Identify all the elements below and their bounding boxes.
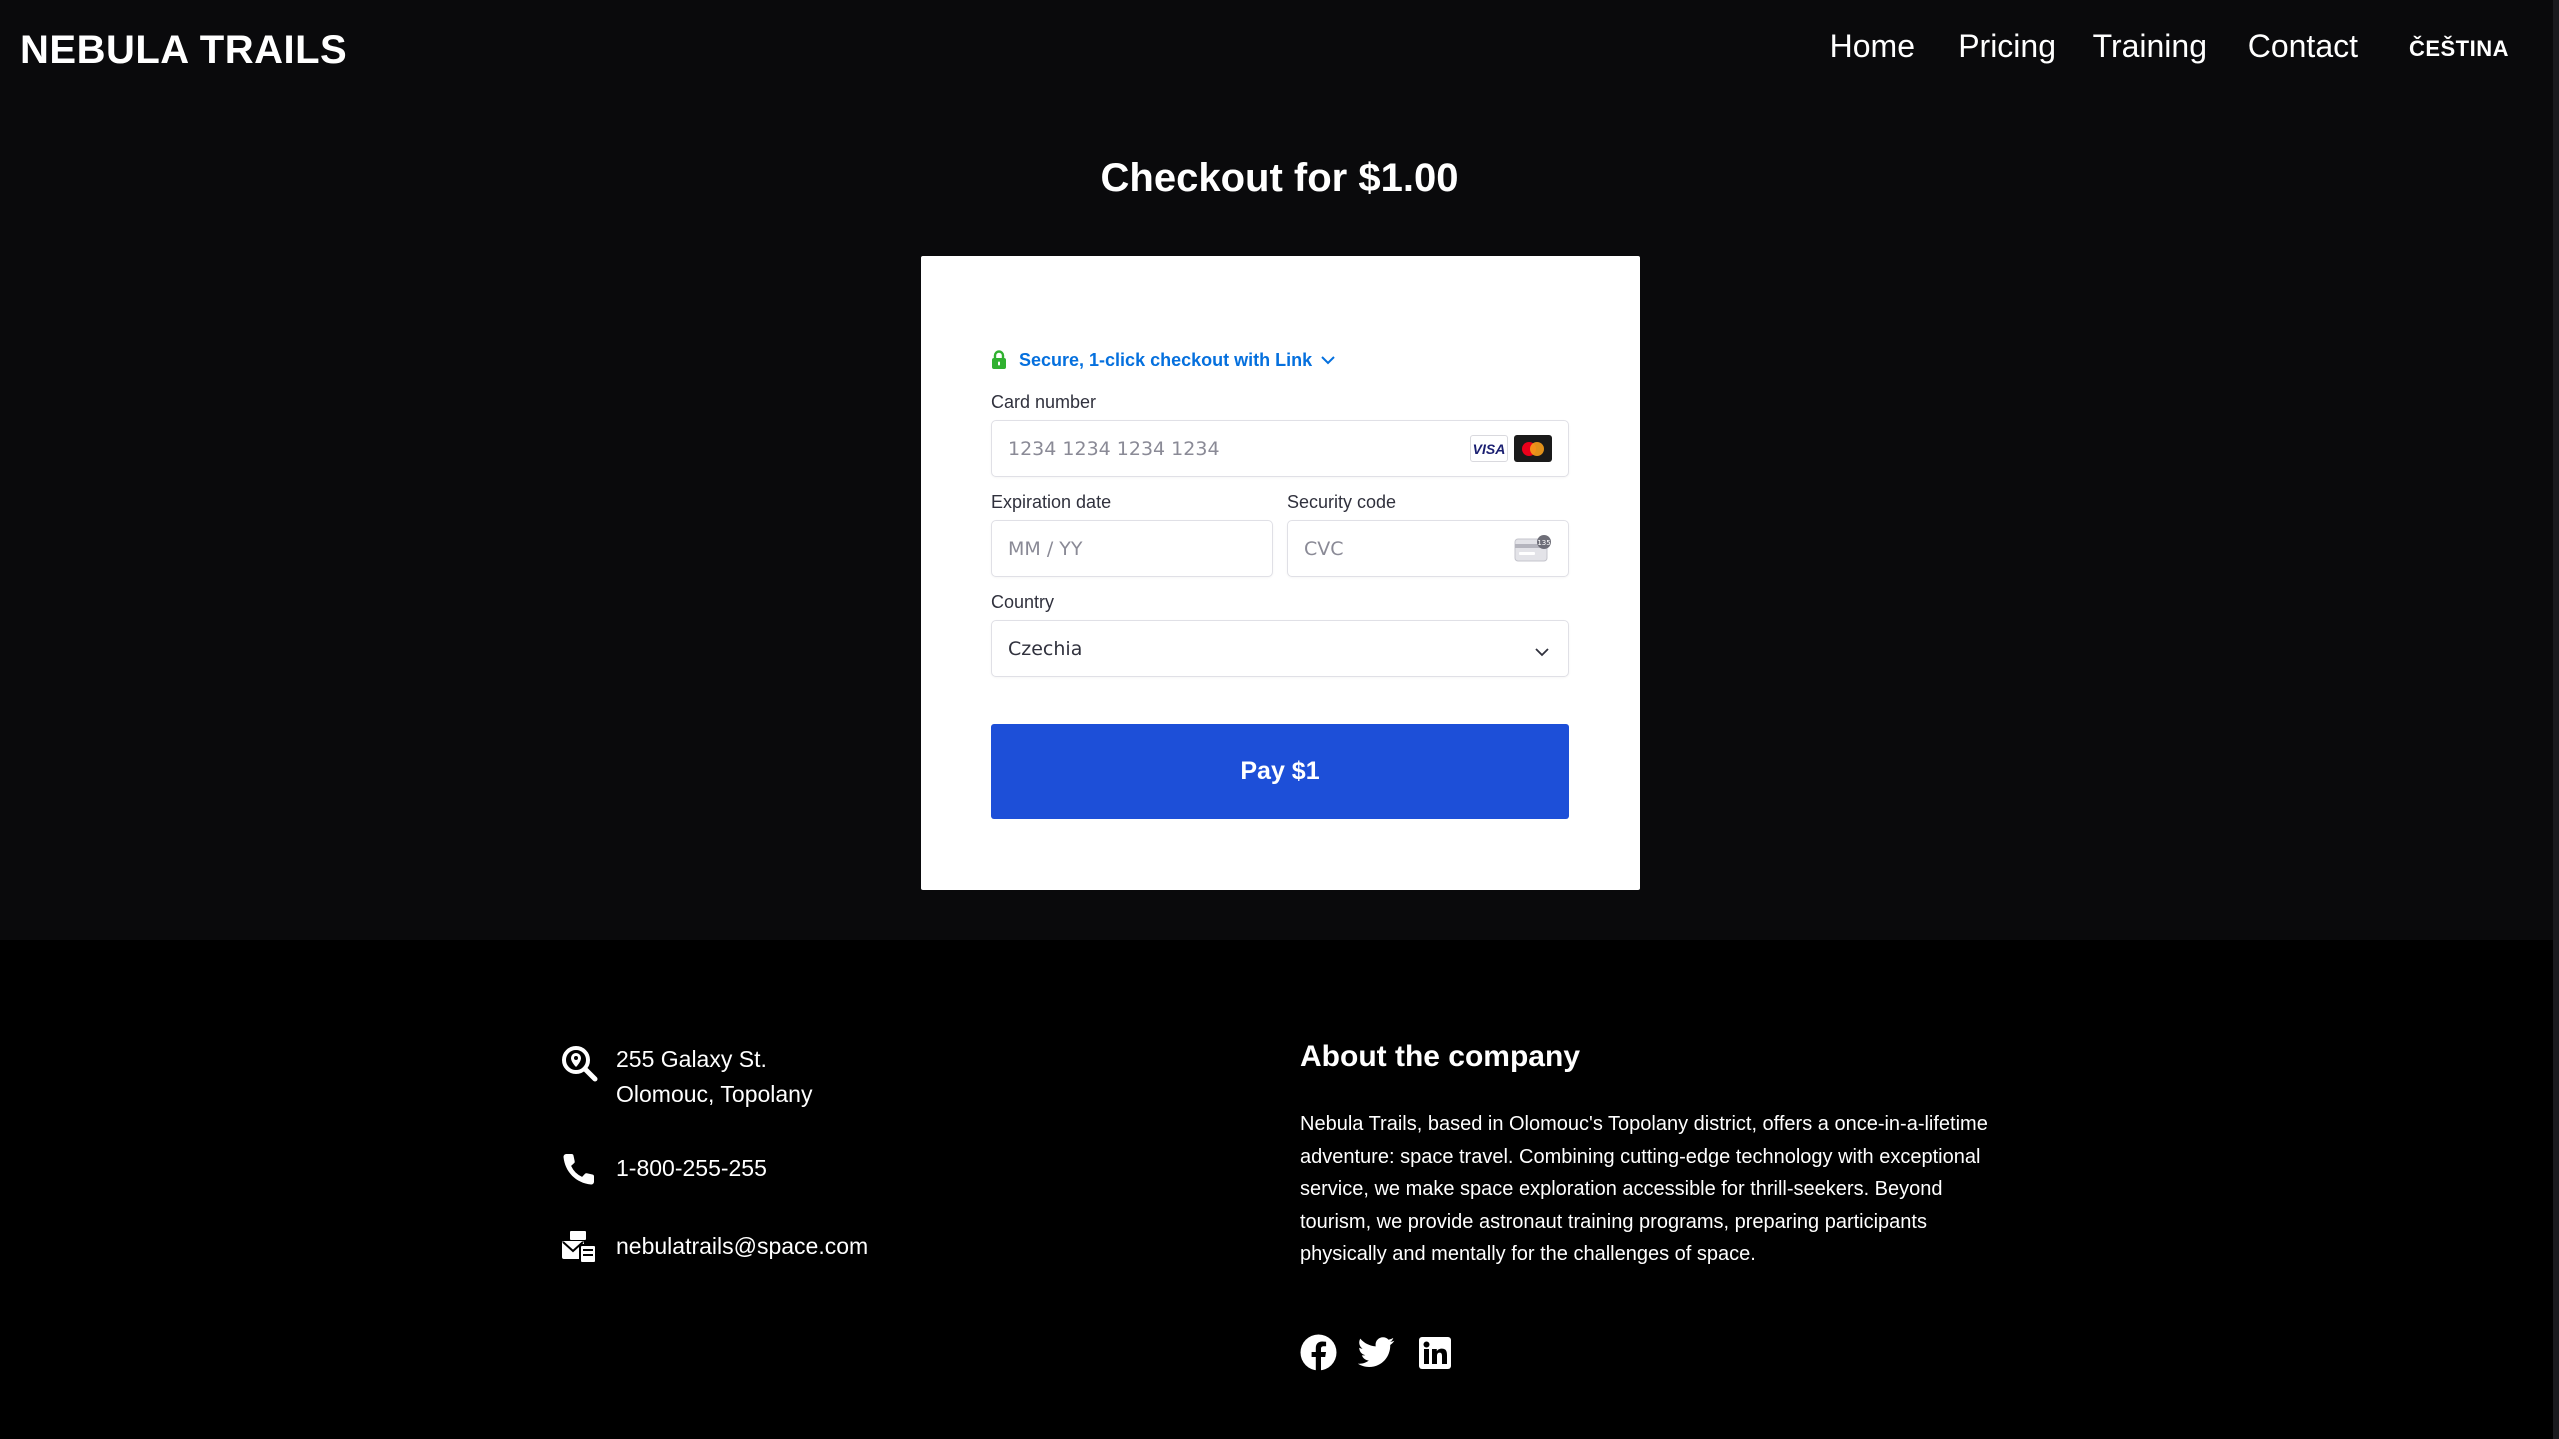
email-icon [558, 1226, 600, 1268]
lock-icon [991, 350, 1007, 370]
phone-icon [558, 1148, 600, 1190]
pay-button[interactable]: Pay $1 [991, 724, 1569, 819]
cvc-card-icon: 135 [1514, 535, 1552, 568]
security-code-placeholder: CVC [1304, 537, 1344, 560]
card-brands: VISA [1470, 435, 1552, 462]
phone-item: 1-800-255-255 [558, 1148, 767, 1190]
email-item: nebulatrails@space.com [558, 1226, 868, 1268]
country-select[interactable]: Czechia [991, 620, 1569, 677]
link-checkout-toggle[interactable]: Secure, 1-click checkout with Link [991, 346, 1336, 374]
phone-text[interactable]: 1-800-255-255 [616, 1148, 767, 1186]
linkedin-icon[interactable] [1416, 1334, 1453, 1371]
email-text[interactable]: nebulatrails@space.com [616, 1226, 868, 1264]
svg-text:135: 135 [1537, 539, 1550, 547]
facebook-icon[interactable] [1300, 1334, 1337, 1371]
card-number-input[interactable]: 1234 1234 1234 1234 VISA [991, 420, 1569, 477]
chevron-down-icon [1320, 354, 1336, 366]
expiration-placeholder: MM / YY [1008, 537, 1083, 560]
address-text: 255 Galaxy St. Olomouc, Topolany [616, 1042, 812, 1112]
site-logo[interactable]: NEBULA TRAILS [20, 28, 347, 73]
page-title: Checkout for $1.00 [1100, 156, 1459, 200]
site-header: NEBULA TRAILS Home Pricing Training Cont… [0, 0, 2559, 110]
mastercard-icon [1514, 435, 1552, 462]
address-item: 255 Galaxy St. Olomouc, Topolany [558, 1042, 812, 1112]
nav-home[interactable]: Home [1830, 28, 1915, 65]
link-checkout-text: Secure, 1-click checkout with Link [1019, 349, 1313, 370]
checkout-card: Secure, 1-click checkout with Link Card … [921, 256, 1640, 890]
location-search-icon [558, 1042, 600, 1084]
site-footer: 255 Galaxy St. Olomouc, Topolany 1-800-2… [0, 940, 2559, 1439]
card-number-label: Card number [991, 392, 1097, 412]
expiration-input[interactable]: MM / YY [991, 520, 1273, 577]
expiration-label: Expiration date [991, 492, 1112, 512]
country-value: Czechia [1008, 637, 1083, 660]
security-code-input[interactable]: CVC 135 [1287, 520, 1569, 577]
social-links [1300, 1334, 1453, 1371]
security-code-label: Security code [1287, 492, 1397, 512]
nav-contact[interactable]: Contact [2248, 28, 2358, 65]
card-number-placeholder: 1234 1234 1234 1234 [1008, 437, 1220, 460]
country-label: Country [991, 592, 1055, 612]
language-switch[interactable]: ČEŠTINA [2409, 36, 2509, 62]
about-title: About the company [1300, 1040, 1581, 1073]
nav-pricing[interactable]: Pricing [1958, 28, 2056, 65]
visa-icon: VISA [1470, 435, 1508, 462]
address-line1: 255 Galaxy St. [616, 1046, 767, 1072]
twitter-icon[interactable] [1358, 1334, 1395, 1371]
scrollbar[interactable] [2553, 0, 2559, 1439]
about-text: Nebula Trails, based in Olomouc's Topola… [1300, 1113, 1988, 1265]
chevron-down-icon [1534, 641, 1550, 663]
address-line2: Olomouc, Topolany [616, 1081, 813, 1107]
nav-training[interactable]: Training [2093, 28, 2207, 65]
